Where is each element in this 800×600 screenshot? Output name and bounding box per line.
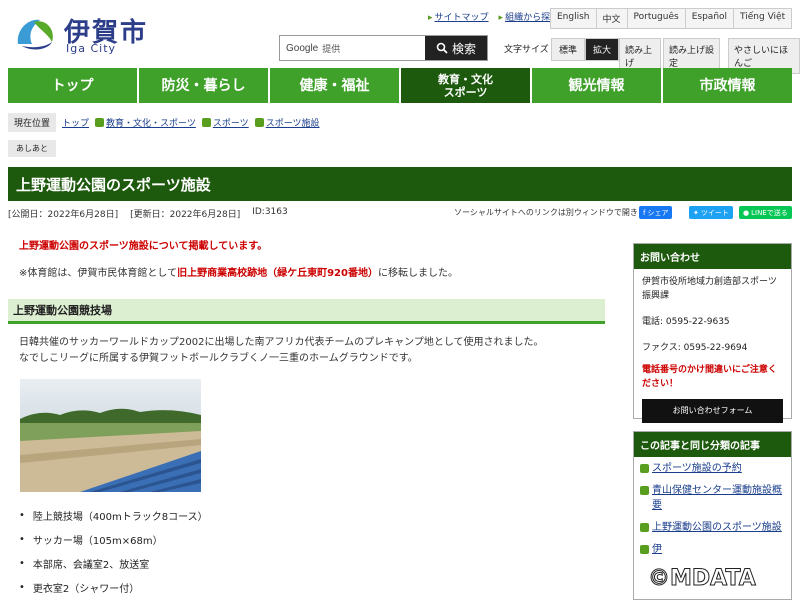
- related-heading: この記事と同じ分類の記事: [634, 432, 791, 457]
- search-powered: 提供: [322, 43, 341, 54]
- stadium-description: 日韓共催のサッカーワールドカップ2002に出場した南アフリカ代表チームのプレキャ…: [19, 335, 544, 367]
- breadcrumb-education[interactable]: 教育・文化・スポーツ: [106, 119, 196, 129]
- link-arrow-icon: [640, 545, 649, 554]
- list-item: 本部席、会議室2、放送室: [19, 551, 208, 575]
- search-button[interactable]: 検索: [425, 36, 487, 60]
- search-icon: [436, 42, 448, 54]
- link-arrow-icon: [640, 486, 649, 495]
- related-link-partial[interactable]: 伊: [652, 542, 662, 557]
- text-size-label: 文字サイズ: [504, 45, 549, 55]
- related-link-ueno[interactable]: 上野運動公園のスポーツ施設: [652, 520, 782, 535]
- published-date: [公開日：2022年6月28日]: [8, 210, 119, 220]
- breadcrumb-sports-facilities[interactable]: スポーツ施設: [266, 119, 320, 129]
- google-brand: Google: [286, 42, 319, 54]
- lang-spanish[interactable]: Español: [685, 9, 735, 28]
- twitter-icon: ✦: [693, 208, 699, 217]
- nav-city-admin[interactable]: 市政情報: [663, 68, 792, 103]
- contact-box: お問い合わせ 伊賀市役所地域力創造部スポーツ振興課 電話: 0595-22-96…: [633, 243, 792, 423]
- site-logo[interactable]: 伊賀市 Iga City: [14, 12, 154, 56]
- page-notice: 上野運動公園のスポーツ施設について掲載しています。: [19, 241, 268, 252]
- history-button[interactable]: あしあと: [8, 140, 56, 157]
- breadcrumb-arrow-icon: [201, 118, 211, 127]
- related-item: スポーツ施設の予約: [640, 461, 785, 476]
- language-switcher: English 中文 Português Español Tiếng Việt: [550, 8, 793, 29]
- contact-form-button[interactable]: お問い合わせフォーム: [642, 399, 783, 423]
- contact-fax: ファクス: 0595-22-9694: [642, 343, 748, 353]
- search-input[interactable]: Google 提供: [280, 36, 425, 60]
- breadcrumb-top[interactable]: トップ: [62, 116, 89, 129]
- moved-prefix: ※体育館は、伊賀市民体育館として: [19, 268, 178, 279]
- line-share-label: LINEで送る: [751, 208, 788, 217]
- nav-tourism[interactable]: 観光情報: [532, 68, 661, 103]
- moved-suffix: に移転しました。: [377, 268, 458, 279]
- list-item: 更衣室2（シャワー付）: [19, 575, 208, 599]
- contact-warning: 電話番号のかけ間違いにご注意ください！: [642, 365, 777, 389]
- nav-disaster-life[interactable]: 防災・暮らし: [139, 68, 268, 103]
- lang-portuguese[interactable]: Português: [627, 9, 686, 28]
- contact-heading: お問い合わせ: [634, 244, 791, 269]
- sitemap-link[interactable]: サイトマップ: [428, 10, 489, 23]
- breadcrumb-sports[interactable]: スポーツ: [213, 119, 249, 129]
- related-link-reservation[interactable]: スポーツ施設の予約: [652, 461, 742, 476]
- related-item: 上野運動公園のスポーツ施設: [640, 520, 785, 535]
- text-size-standard[interactable]: 標準: [551, 38, 586, 61]
- site-search: Google 提供 検索: [279, 35, 488, 61]
- stadium-photo: [20, 379, 201, 492]
- line-share-button[interactable]: ● LINEで送る: [739, 206, 792, 219]
- breadcrumb: 現在位置 トップ 教育・文化・スポーツ スポーツ スポーツ施設: [8, 113, 320, 132]
- related-item: 伊: [640, 542, 785, 557]
- facebook-share-button[interactable]: f シェア: [639, 206, 673, 219]
- list-item: サッカー場（105m×68m）: [19, 527, 208, 551]
- page-title: 上野運動公園のスポーツ施設: [8, 167, 792, 201]
- twitter-share-button[interactable]: ✦ ツイート: [689, 206, 733, 219]
- breadcrumb-arrow-icon: [254, 118, 264, 127]
- utility-links: サイトマップ 組織から探す: [428, 10, 560, 23]
- moved-place: 旧上野商業高校跡地（緑ケ丘東町920番地）: [177, 268, 378, 279]
- breadcrumb-label: 現在位置: [8, 113, 57, 132]
- logo-subtitle: Iga City: [66, 42, 117, 55]
- facebook-share-label: シェア: [647, 208, 669, 217]
- social-note: ソーシャルサイトへのリンクは別ウィンドウで開きます: [454, 208, 654, 217]
- related-item: 青山保健センター運動施設概要: [640, 483, 785, 513]
- contact-phone: 電話: 0595-22-9635: [642, 317, 730, 327]
- link-arrow-icon: [640, 523, 649, 532]
- text-size-large[interactable]: 拡大: [585, 38, 620, 61]
- page-meta: [公開日：2022年6月28日] [更新日：2022年6月28日] ID:316…: [8, 207, 288, 220]
- page-id: ID:3163: [252, 207, 288, 217]
- list-item: 陸上競技場（400mトラック8コース）: [19, 503, 208, 527]
- updated-date: [更新日：2022年6月28日]: [130, 210, 241, 220]
- lang-english[interactable]: English: [551, 9, 597, 28]
- gym-moved-note: ※体育館は、伊賀市民体育館として旧上野商業高校跡地（緑ケ丘東町920番地）に移転…: [19, 264, 458, 279]
- city-emblem-icon: [17, 19, 53, 50]
- link-arrow-icon: [640, 464, 649, 473]
- lang-chinese[interactable]: 中文: [596, 9, 628, 28]
- text-size-toggle: 標準 拡大: [551, 38, 620, 61]
- lang-vietnamese[interactable]: Tiếng Việt: [734, 9, 792, 28]
- section-heading: 上野運動公園競技場: [8, 299, 605, 324]
- line-icon: ●: [743, 208, 750, 217]
- nav-top[interactable]: トップ: [8, 68, 137, 103]
- desc-line-2: なでしこリーグに所属する伊賀フットボールクラブくノ一三重のホームグラウンドです。: [19, 353, 418, 364]
- watermark: ©MDATA: [648, 566, 757, 592]
- nav-education-sports[interactable]: 教育・文化 スポーツ: [401, 68, 530, 103]
- facility-list: 陸上競技場（400mトラック8コース） サッカー場（105m×68m） 本部席、…: [19, 503, 208, 599]
- contact-department: 伊賀市役所地域力創造部スポーツ振興課: [642, 277, 777, 301]
- global-nav: トップ 防災・暮らし 健康・福祉 教育・文化 スポーツ 観光情報 市政情報: [8, 68, 792, 103]
- twitter-share-label: ツイート: [700, 208, 729, 217]
- search-button-label: 検索: [451, 41, 476, 56]
- facebook-icon: f: [643, 208, 646, 217]
- desc-line-1: 日韓共催のサッカーワールドカップ2002に出場した南アフリカ代表チームのプレキャ…: [19, 337, 544, 348]
- related-link-aoyama[interactable]: 青山保健センター運動施設概要: [652, 483, 785, 513]
- breadcrumb-arrow-icon: [95, 118, 105, 127]
- nav-health-welfare[interactable]: 健康・福祉: [270, 68, 399, 103]
